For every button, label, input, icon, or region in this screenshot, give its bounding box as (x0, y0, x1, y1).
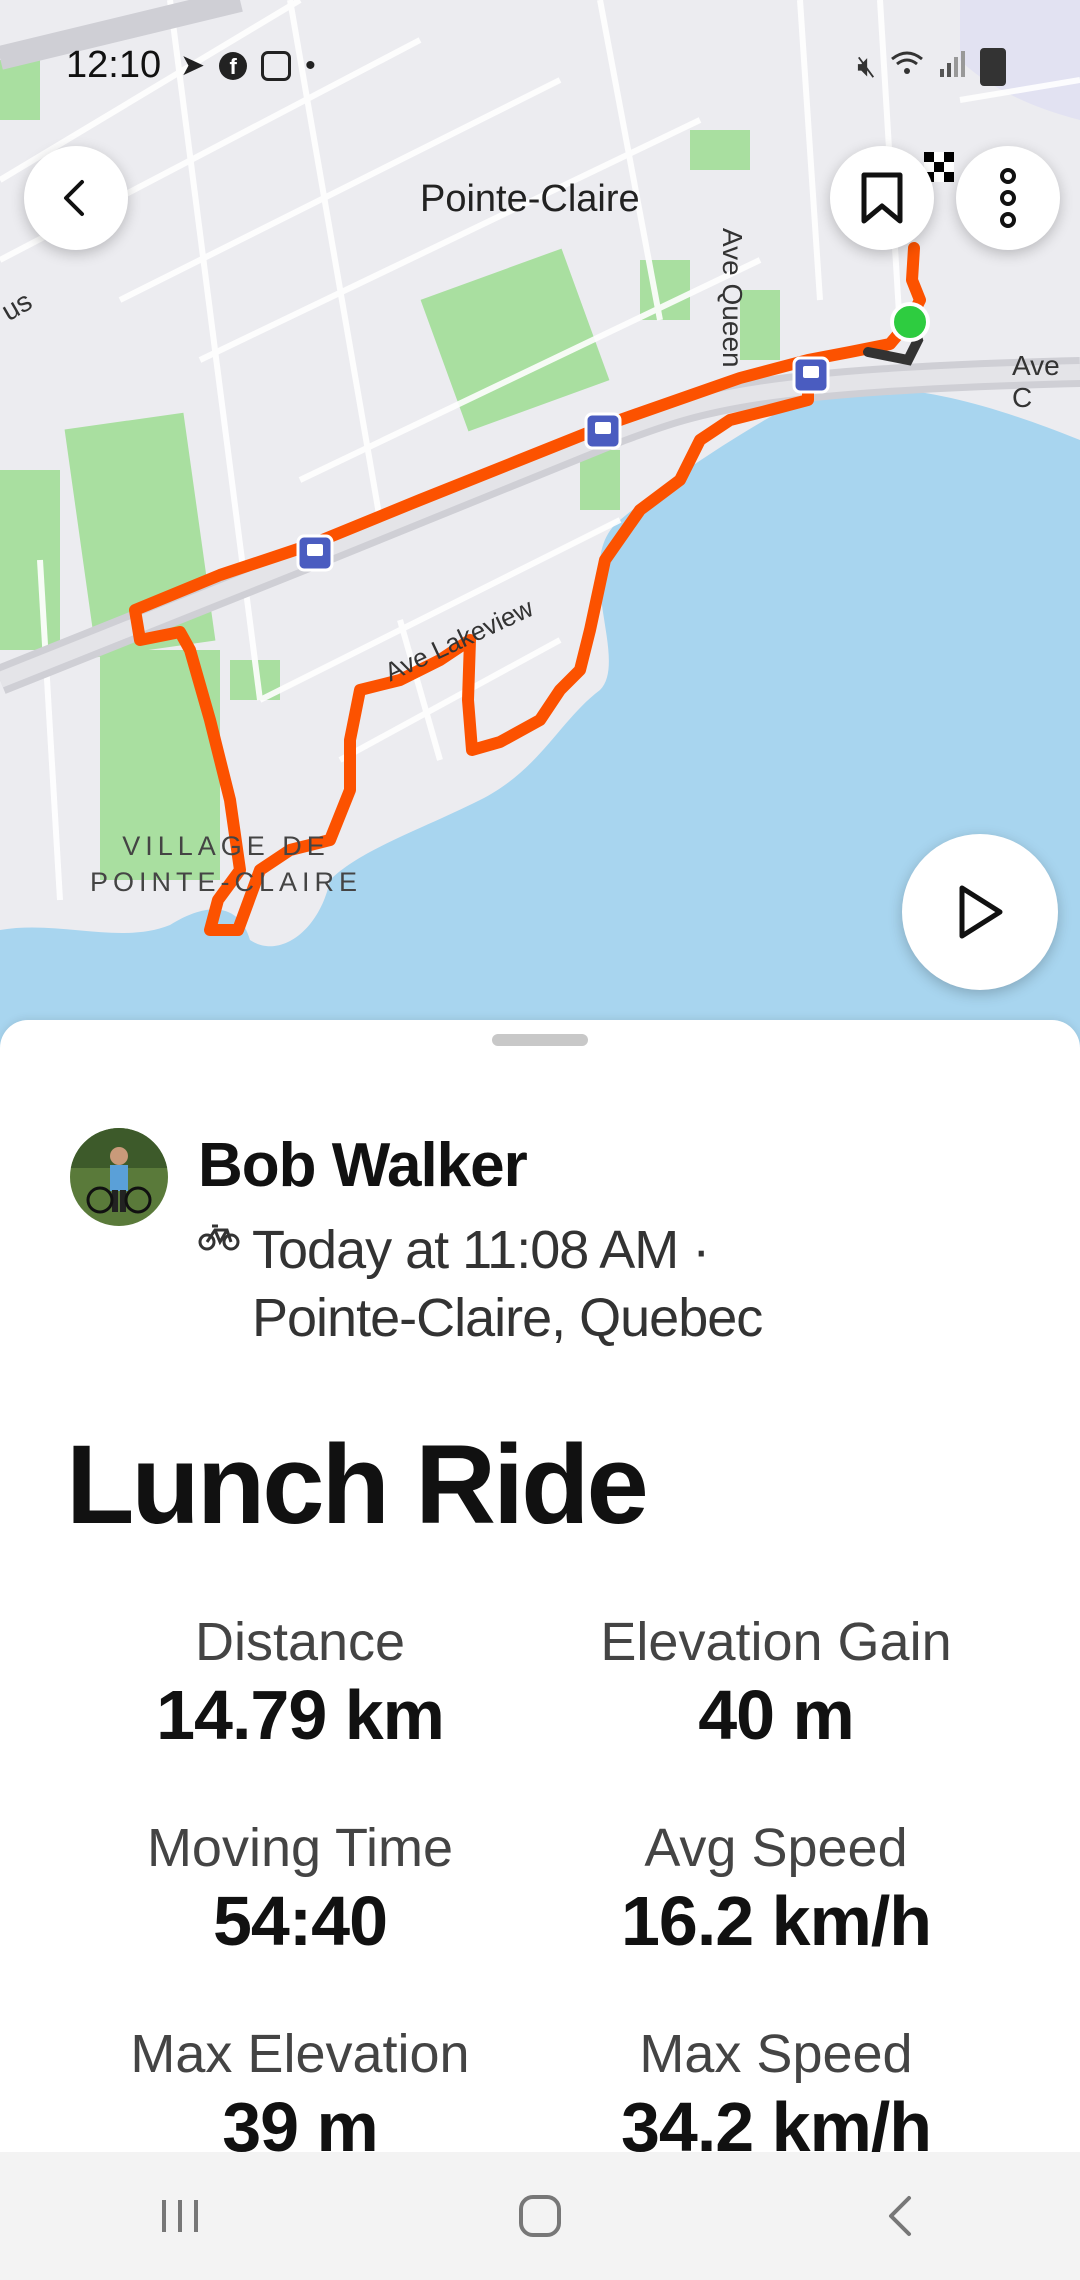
stat-distance: Distance 14.79 km (60, 1610, 540, 1756)
train-station-icon (296, 534, 334, 572)
recents-icon (162, 2200, 198, 2232)
battery-icon (980, 48, 1006, 86)
home-button[interactable] (480, 2176, 600, 2256)
back-arrow-icon (64, 180, 84, 216)
nav-back-icon (889, 2196, 911, 2236)
wifi-icon (890, 49, 924, 85)
stat-moving-time: Moving Time 54:40 (60, 1816, 540, 1962)
map-label-village-line1: VILLAGE DE (122, 831, 330, 861)
sheet-drag-handle[interactable] (492, 1034, 588, 1046)
train-station-icon (584, 412, 622, 450)
back-button[interactable] (24, 146, 128, 250)
stat-value: 40 m (698, 1676, 855, 1754)
stat-label: Max Speed (639, 2024, 913, 2084)
signal-icon (938, 49, 966, 85)
map-label-ave-c: Ave C (1012, 350, 1060, 413)
stat-avg-speed: Avg Speed 16.2 km/h (536, 1816, 1016, 1962)
more-vertical-icon (1000, 168, 1016, 228)
start-marker (890, 302, 930, 342)
avatar[interactable] (70, 1128, 168, 1226)
map-label-village-line2: POINTE-CLAIRE (89, 867, 363, 897)
stat-label: Distance (194, 1612, 406, 1672)
status-right-icons: 🔇︎ (857, 48, 1006, 86)
stat-label: Avg Speed (644, 1818, 908, 1878)
play-icon (959, 885, 1003, 939)
park-area (420, 248, 610, 432)
stat-value: 14.79 km (156, 1676, 445, 1754)
nav-back-button[interactable] (840, 2176, 960, 2256)
system-nav-bar (0, 2152, 1080, 2280)
bookmark-button[interactable] (830, 146, 934, 250)
stat-max-speed: Max Speed 34.2 km/h (536, 2022, 1016, 2152)
stat-value: 39 m (222, 2088, 379, 2152)
athlete-name[interactable]: Bob Walker (198, 1130, 528, 1201)
stat-elevation-gain: Elevation Gain 40 m (536, 1610, 1016, 1756)
navigation-arrow-icon: ➤ (180, 49, 206, 82)
status-bar: 12:10 ➤ f • 🔇︎ (0, 0, 1080, 130)
activity-sheet[interactable]: Bob Walker Today at 11:08 AM · Pointe-Cl… (0, 1020, 1080, 2152)
stat-max-elevation: Max Elevation 39 m (60, 2022, 540, 2152)
map-label-village: VILLAGE DE POINTE-CLAIRE (86, 828, 366, 900)
stat-label: Max Elevation (130, 2024, 470, 2084)
home-icon (519, 2195, 561, 2237)
stat-value: 16.2 km/h (620, 1882, 932, 1960)
park-area (0, 470, 60, 650)
activity-location: Pointe-Claire, Quebec (252, 1288, 763, 1348)
activity-meta: Today at 11:08 AM · Pointe-Claire, Quebe… (198, 1216, 763, 1352)
map-label-ave-queen: Ave Queen (717, 228, 748, 368)
status-time: 12:10 (66, 44, 162, 86)
play-flyover-button[interactable] (902, 834, 1058, 990)
status-left-icons: ➤ f • (180, 48, 316, 83)
mute-icon: 🔇︎ (857, 50, 876, 83)
athlete-photo (70, 1128, 168, 1226)
route-map[interactable]: Pointe-Claire Ave Queen Ave Lakeview Ave… (0, 0, 1080, 1060)
stat-value: 54:40 (212, 1882, 388, 1960)
facebook-icon: f (219, 51, 248, 80)
bike-icon (198, 1224, 240, 1251)
park-area (690, 130, 750, 170)
recents-button[interactable] (120, 2176, 240, 2256)
stat-label: Moving Time (146, 1818, 454, 1878)
activity-datetime: Today at 11:08 AM · (252, 1220, 710, 1280)
stat-value: 34.2 km/h (620, 2088, 932, 2152)
dot-icon: • (305, 48, 316, 82)
stat-label: Elevation Gain (600, 1612, 952, 1672)
bookmark-icon (861, 172, 903, 224)
train-station-icon (792, 356, 830, 394)
activity-title: Lunch Ride (66, 1422, 649, 1547)
more-options-button[interactable] (956, 146, 1060, 250)
map-label-pointe-claire: Pointe-Claire (420, 178, 640, 220)
instagram-icon (261, 50, 292, 81)
